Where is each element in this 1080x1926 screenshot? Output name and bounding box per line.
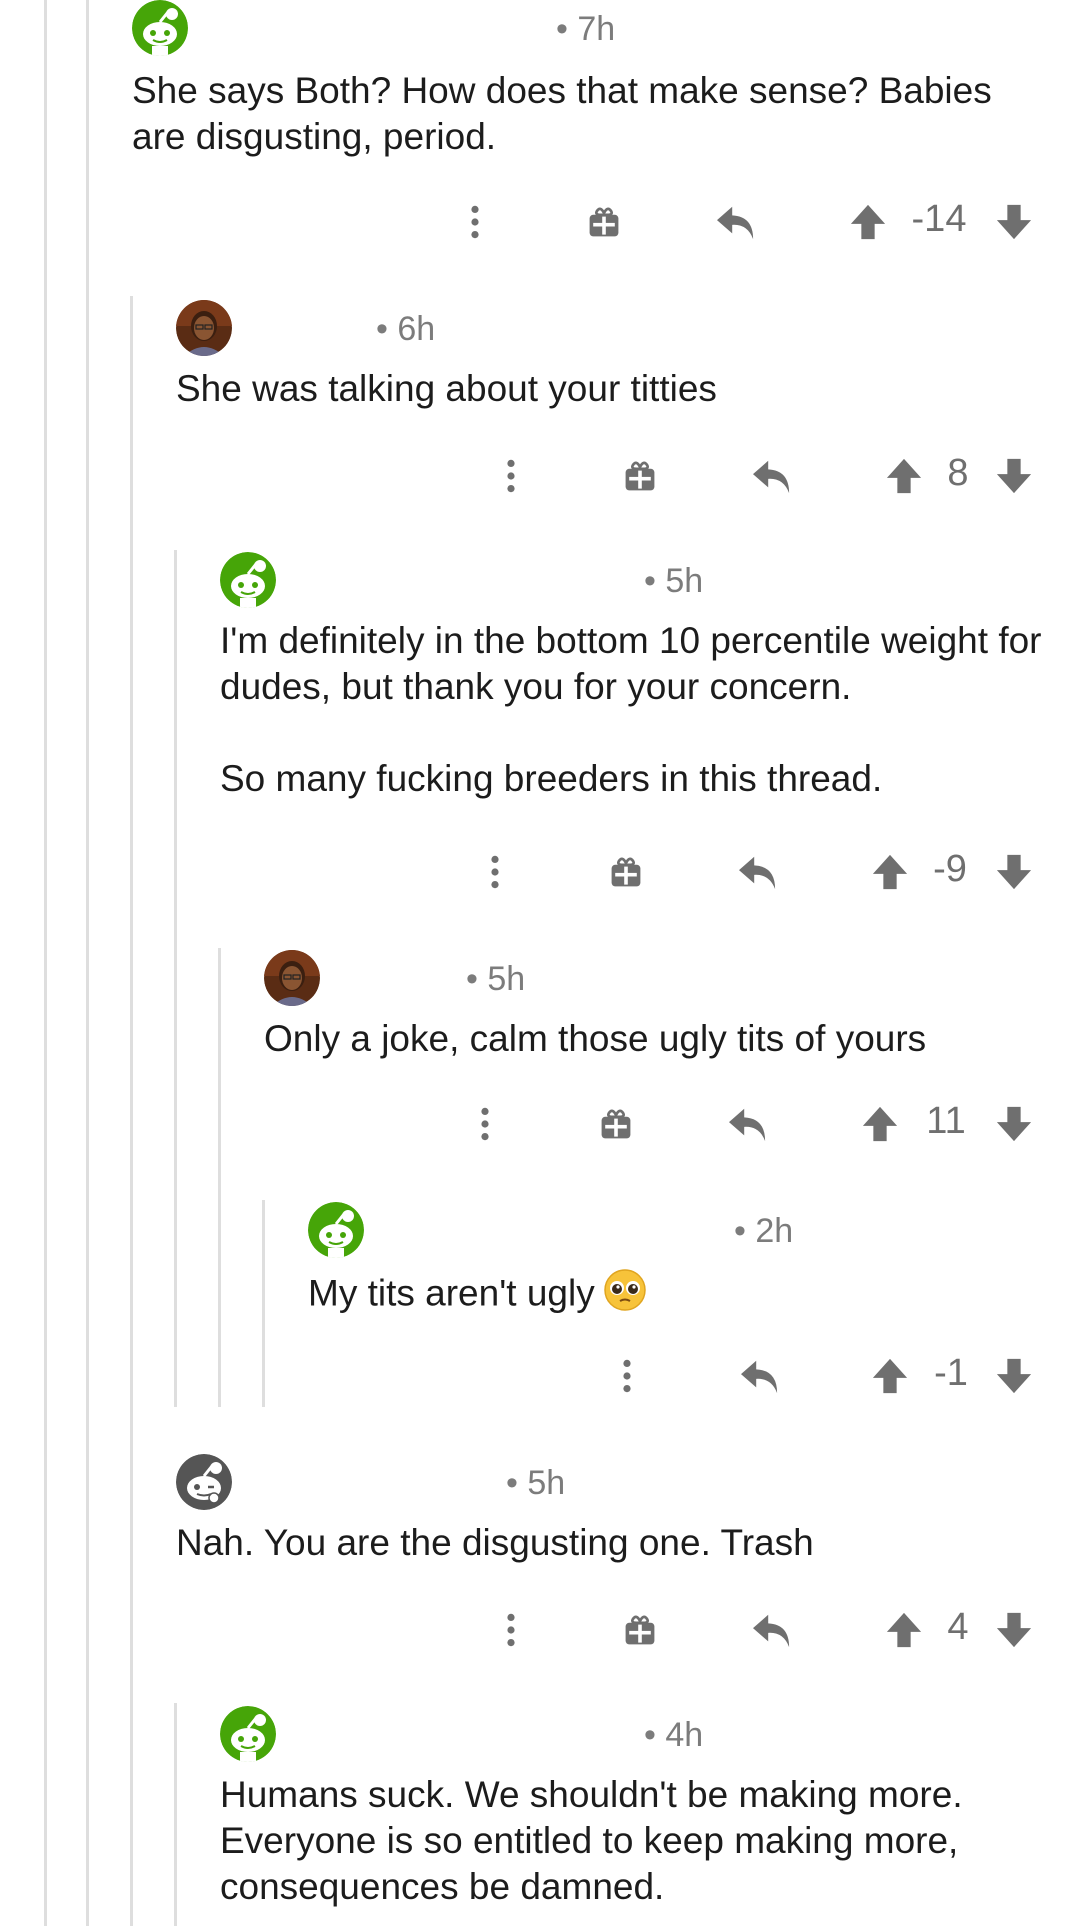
comment-body: Only a joke, calm those ugly tits of you… bbox=[264, 1016, 1064, 1062]
reply-icon[interactable] bbox=[750, 446, 794, 506]
comment-paragraph: I'm definitely in the bottom 10 percenti… bbox=[220, 620, 1042, 707]
upvote-arrow-icon[interactable] bbox=[870, 842, 910, 902]
comment-text: My tits aren't ugly bbox=[308, 1272, 595, 1314]
pleading-face-emoji bbox=[603, 1268, 647, 1323]
comment-timestamp: • 5h bbox=[644, 562, 704, 600]
more-options-icon[interactable] bbox=[460, 192, 490, 252]
profile-photo-avatar[interactable] bbox=[176, 300, 232, 356]
give-award-icon[interactable] bbox=[606, 842, 646, 902]
more-options-icon[interactable] bbox=[496, 446, 526, 506]
upvote-arrow-icon[interactable] bbox=[860, 1094, 900, 1154]
reply-icon[interactable] bbox=[736, 842, 780, 902]
more-options-icon[interactable] bbox=[480, 842, 510, 902]
comment-paragraph: So many fucking breeders in this thread. bbox=[220, 758, 883, 799]
comment-body: Humans suck. We shouldn't be making more… bbox=[220, 1772, 1040, 1910]
snoo-green-avatar[interactable] bbox=[220, 552, 276, 608]
more-options-icon[interactable] bbox=[496, 1600, 526, 1660]
vote-score: -1 bbox=[934, 1352, 968, 1394]
comment-timestamp: • 7h bbox=[556, 10, 616, 48]
upvote-arrow-icon[interactable] bbox=[884, 1600, 924, 1660]
comment-body: She was talking about your titties bbox=[176, 366, 1056, 412]
comment-timestamp: • 5h bbox=[506, 1464, 566, 1502]
downvote-arrow-icon[interactable] bbox=[994, 1346, 1034, 1406]
comment-actions: -9 bbox=[0, 842, 1080, 902]
reply-icon[interactable] bbox=[714, 192, 758, 252]
profile-photo-avatar[interactable] bbox=[264, 950, 320, 1006]
downvote-arrow-icon[interactable] bbox=[994, 842, 1034, 902]
downvote-arrow-icon[interactable] bbox=[994, 1600, 1034, 1660]
comment-timestamp: • 6h bbox=[376, 310, 436, 348]
comment-timestamp: • 2h bbox=[734, 1212, 794, 1250]
snoo-gray-avatar[interactable] bbox=[176, 1454, 232, 1510]
more-options-icon[interactable] bbox=[470, 1094, 500, 1154]
vote-score: 11 bbox=[926, 1100, 966, 1142]
comment-paragraph: Humans suck. We shouldn't be making more… bbox=[220, 1774, 963, 1907]
vote-score: -14 bbox=[911, 198, 967, 240]
comment-actions: -1 bbox=[0, 1346, 1080, 1406]
downvote-arrow-icon[interactable] bbox=[994, 192, 1034, 252]
give-award-icon[interactable] bbox=[596, 1094, 636, 1154]
comment-paragraph: Nah. You are the disgusting one. Trash bbox=[176, 1522, 814, 1563]
upvote-arrow-icon[interactable] bbox=[870, 1346, 910, 1406]
downvote-arrow-icon[interactable] bbox=[994, 1094, 1034, 1154]
comment-body: Nah. You are the disgusting one. Trash bbox=[176, 1520, 1056, 1566]
snoo-green-avatar[interactable] bbox=[308, 1202, 364, 1258]
comment-paragraph: My tits aren't ugly bbox=[308, 1268, 1048, 1323]
thread-line-level-4[interactable] bbox=[218, 948, 221, 1407]
reply-icon[interactable] bbox=[738, 1346, 782, 1406]
upvote-arrow-icon[interactable] bbox=[884, 446, 924, 506]
give-award-icon[interactable] bbox=[620, 446, 660, 506]
comment-paragraph: Only a joke, calm those ugly tits of you… bbox=[264, 1018, 927, 1059]
thread-line-level-3[interactable] bbox=[174, 550, 177, 1407]
comment-actions: 11 bbox=[0, 1094, 1080, 1154]
reply-icon[interactable] bbox=[726, 1094, 770, 1154]
comment-timestamp: • 5h bbox=[466, 960, 526, 998]
downvote-arrow-icon[interactable] bbox=[994, 446, 1034, 506]
snoo-green-avatar[interactable] bbox=[220, 1706, 276, 1762]
reply-icon[interactable] bbox=[750, 1600, 794, 1660]
comment-body: She says Both? How does that make sense?… bbox=[132, 68, 1052, 160]
give-award-icon[interactable] bbox=[584, 192, 624, 252]
comment-actions: -14 bbox=[0, 192, 1080, 252]
comment-timestamp: • 4h bbox=[644, 1716, 704, 1754]
more-options-icon[interactable] bbox=[612, 1346, 642, 1406]
upvote-arrow-icon[interactable] bbox=[848, 192, 888, 252]
vote-score: 8 bbox=[947, 452, 969, 494]
comment-actions: 4 bbox=[0, 1600, 1080, 1660]
vote-score: -9 bbox=[933, 848, 967, 890]
comment-paragraph: She says Both? How does that make sense?… bbox=[132, 70, 992, 157]
comment-body: My tits aren't ugly bbox=[308, 1268, 1048, 1323]
comment-actions: 8 bbox=[0, 446, 1080, 506]
snoo-green-avatar[interactable] bbox=[132, 0, 188, 56]
give-award-icon[interactable] bbox=[620, 1600, 660, 1660]
comment-body: I'm definitely in the bottom 10 percenti… bbox=[220, 618, 1070, 802]
comment-paragraph: She was talking about your titties bbox=[176, 368, 717, 409]
vote-score: 4 bbox=[947, 1606, 969, 1648]
thread-line-level-3b[interactable] bbox=[174, 1703, 177, 1926]
